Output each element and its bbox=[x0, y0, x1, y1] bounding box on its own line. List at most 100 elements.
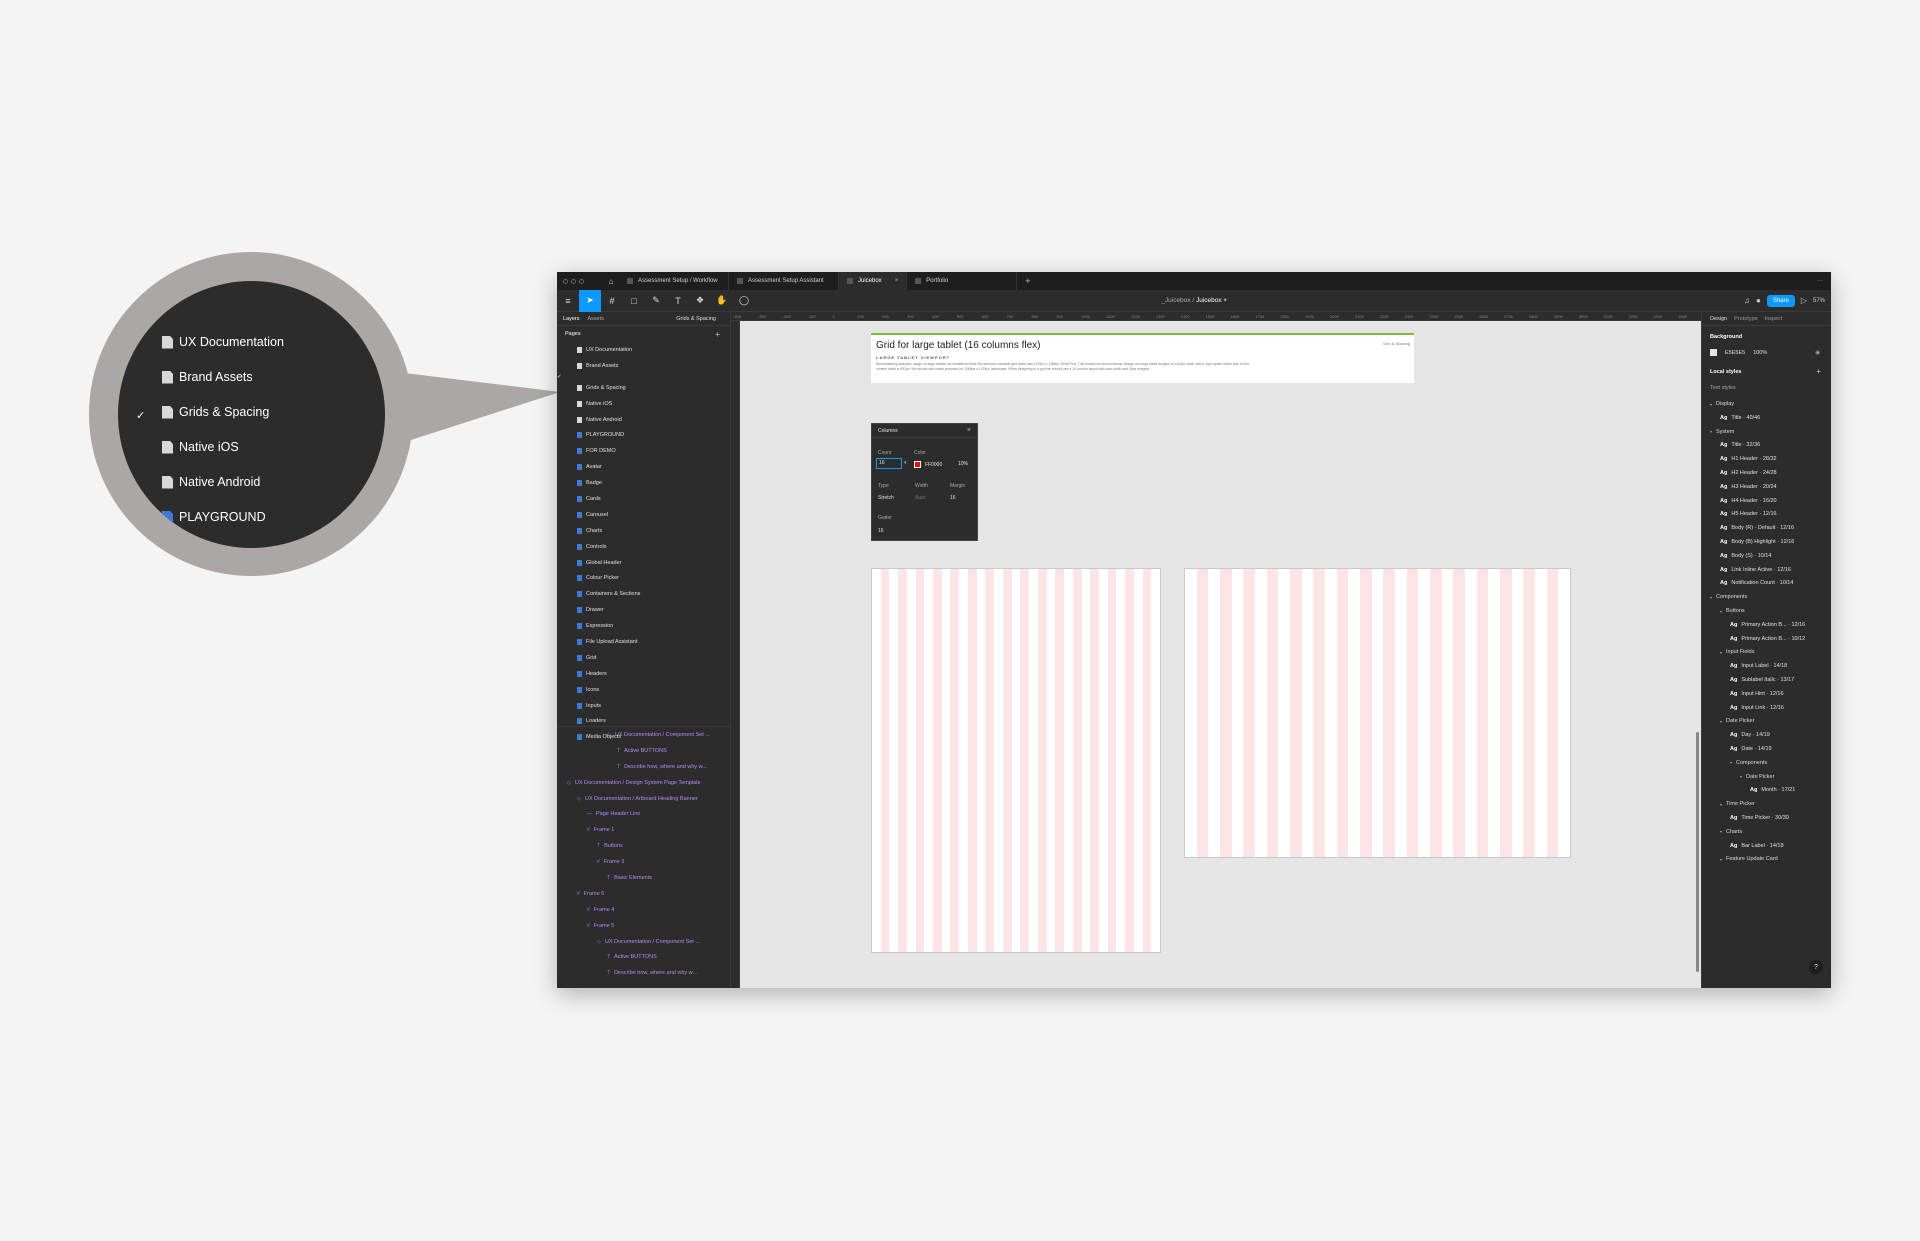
background-swatch[interactable] bbox=[1710, 349, 1717, 356]
page-item[interactable]: Grids & Spacing bbox=[557, 380, 730, 396]
chevron-down-icon[interactable]: ▾ bbox=[904, 460, 907, 466]
present-icon[interactable]: ▷ bbox=[1801, 296, 1807, 305]
chevron-down-icon[interactable]: ▾ bbox=[1730, 760, 1732, 765]
page-item[interactable]: Charts bbox=[557, 523, 730, 539]
doc-header-card[interactable]: Grid for large tablet (16 columns flex) … bbox=[871, 333, 1414, 383]
style-group[interactable]: ▾ Display bbox=[1710, 401, 1734, 407]
text-style-item[interactable]: Ag Input Link · 12/16 bbox=[1730, 705, 1784, 711]
text-style-item[interactable]: Ag Day · 14/19 bbox=[1730, 732, 1770, 738]
page-item[interactable]: Grid bbox=[557, 650, 730, 666]
eye-icon[interactable]: ◉ bbox=[1815, 350, 1820, 356]
page-item[interactable]: FOR DEMO bbox=[557, 443, 730, 459]
components-tool-icon[interactable]: ❖ bbox=[689, 290, 711, 312]
comment-tool-icon[interactable]: ◯ bbox=[733, 290, 755, 312]
color-field[interactable]: FF0000 bbox=[914, 461, 942, 468]
style-group[interactable]: ▾ Date Picker bbox=[1720, 718, 1754, 724]
text-style-item[interactable]: Ag Date · 14/19 bbox=[1730, 746, 1772, 752]
layer-row[interactable]: ◇ UX Documentation / Design System Page T… bbox=[557, 775, 730, 791]
text-style-item[interactable]: Ag H1 Header · 28/32 bbox=[1720, 456, 1777, 462]
text-style-item[interactable]: Ag Time Picker · 30/30 bbox=[1730, 815, 1789, 821]
canvas-scrollbar[interactable] bbox=[1696, 732, 1699, 972]
tab-layers[interactable]: Layers bbox=[563, 316, 580, 322]
headphones-icon[interactable]: ♫ bbox=[1744, 296, 1750, 305]
text-style-item[interactable]: Ag Bar Label · 14/18 bbox=[1730, 843, 1784, 849]
page-item[interactable]: Headers bbox=[557, 666, 730, 682]
page-item[interactable]: Avatar bbox=[557, 459, 730, 475]
tab-3[interactable]: Portfolio bbox=[907, 272, 1018, 290]
tablet-landscape-frame[interactable] bbox=[1184, 568, 1571, 858]
chevron-down-icon[interactable]: ▾ bbox=[1720, 857, 1722, 862]
layer-row[interactable]: # Frame 1 bbox=[557, 822, 730, 838]
more-options-icon[interactable]: ··· bbox=[1817, 278, 1823, 284]
page-item[interactable]: Inputs bbox=[557, 698, 730, 714]
main-menu-icon[interactable]: ≡ bbox=[557, 290, 579, 312]
tablet-portrait-frame[interactable] bbox=[871, 568, 1161, 953]
share-button[interactable]: Share bbox=[1766, 294, 1795, 307]
page-item[interactable]: PLAYGROUND bbox=[557, 427, 730, 443]
move-tool-icon[interactable]: ➤ bbox=[579, 289, 601, 312]
page-item[interactable]: Carousel bbox=[557, 507, 730, 523]
style-group[interactable]: ▾ System bbox=[1710, 429, 1734, 435]
style-group[interactable]: ▾ Charts bbox=[1720, 829, 1742, 835]
page-selector[interactable]: Grids & Spacing bbox=[676, 316, 716, 322]
tab-assets[interactable]: Assets bbox=[588, 316, 605, 322]
text-style-item[interactable]: Ag Body (S) · 10/14 bbox=[1720, 553, 1771, 559]
layer-row[interactable]: T Active BUTTONS bbox=[557, 949, 730, 965]
text-style-item[interactable]: Ag Month · 17/21 bbox=[1750, 787, 1795, 793]
help-button[interactable]: ? bbox=[1809, 960, 1823, 974]
text-style-item[interactable]: Ag H4 Header · 16/20 bbox=[1720, 498, 1777, 504]
tab-2[interactable]: Juicebox × bbox=[839, 272, 908, 290]
count-input[interactable]: 16 bbox=[876, 458, 902, 469]
chevron-down-icon[interactable]: ▾ bbox=[1720, 650, 1722, 655]
style-group[interactable]: ▾ Buttons bbox=[1720, 608, 1745, 614]
add-page-icon[interactable]: + bbox=[715, 330, 720, 339]
gutter-input[interactable]: 16 bbox=[878, 528, 884, 534]
page-item[interactable]: Global Header bbox=[557, 555, 730, 571]
page-item[interactable]: Icons bbox=[557, 682, 730, 698]
hand-tool-icon[interactable]: ✋ bbox=[711, 290, 733, 312]
layer-row[interactable]: # Frame 6 bbox=[557, 886, 730, 902]
width-input[interactable]: Auto bbox=[915, 495, 925, 501]
tab-0[interactable]: Assessment Setup / Workflow bbox=[619, 272, 729, 290]
text-style-item[interactable]: Ag H2 Header · 24/28 bbox=[1720, 470, 1777, 476]
tab-1[interactable]: Assessment Setup Assistant bbox=[729, 272, 839, 290]
page-item[interactable]: Expression bbox=[557, 618, 730, 634]
chevron-down-icon[interactable]: ▾ bbox=[1710, 429, 1712, 434]
text-style-item[interactable]: Ag Primary Action B... · 12/16 bbox=[1730, 622, 1805, 628]
chevron-down-icon[interactable]: ▾ bbox=[1223, 297, 1226, 304]
frame-tool-icon[interactable]: # bbox=[601, 290, 623, 312]
style-group[interactable]: ▾ Date Picker bbox=[1740, 774, 1774, 780]
text-tool-icon[interactable]: T bbox=[667, 290, 689, 312]
text-style-item[interactable]: Ag H5 Header · 12/16 bbox=[1720, 511, 1777, 517]
chevron-down-icon[interactable]: ▾ bbox=[1710, 402, 1712, 407]
layer-row[interactable]: # Frame 3 bbox=[557, 854, 730, 870]
tab-prototype[interactable]: Prototype bbox=[1734, 316, 1758, 322]
page-item[interactable]: Native Android bbox=[557, 412, 730, 428]
pen-tool-icon[interactable]: ✎ bbox=[645, 290, 667, 312]
page-item[interactable]: Native iOS bbox=[557, 396, 730, 412]
page-item[interactable]: Drawer bbox=[557, 602, 730, 618]
close-icon[interactable]: × bbox=[967, 427, 971, 434]
text-style-item[interactable]: Ag Sublabel Italic · 13/17 bbox=[1730, 677, 1794, 683]
layer-row[interactable]: ◇ UX Documentation / Artboard Heading Ban… bbox=[557, 791, 730, 807]
text-style-item[interactable]: Ag H3 Header · 20/24 bbox=[1720, 484, 1777, 490]
breadcrumb-file[interactable]: Juicebox bbox=[1196, 297, 1222, 304]
page-item[interactable]: Controls bbox=[557, 539, 730, 555]
text-style-item[interactable]: Ag Title · 40/46 bbox=[1720, 415, 1760, 421]
type-select[interactable]: Stretch bbox=[878, 495, 894, 501]
breadcrumb-parent[interactable]: _Juicebox bbox=[1161, 297, 1190, 304]
text-style-item[interactable]: Ag Primary Action B... · 10/12 bbox=[1730, 636, 1805, 642]
add-style-icon[interactable]: + bbox=[1816, 367, 1821, 376]
shape-tool-icon[interactable]: □ bbox=[623, 290, 645, 312]
chevron-down-icon[interactable]: ▾ bbox=[1710, 595, 1712, 600]
color-swatch[interactable] bbox=[914, 461, 921, 468]
color-opacity[interactable]: 10% bbox=[958, 461, 968, 467]
layer-row[interactable]: T Active BUTTONS bbox=[557, 743, 730, 759]
layer-row[interactable]: ◇ UX Documentation / Component Set ... bbox=[557, 727, 730, 743]
layer-row[interactable]: ◇ UX Documentation / Component Set ... bbox=[557, 934, 730, 950]
layer-row[interactable]: # Frame 4 bbox=[557, 902, 730, 918]
page-item[interactable]: UX Documentation bbox=[557, 342, 730, 358]
text-style-item[interactable]: Ag Title · 32/36 bbox=[1720, 442, 1760, 448]
text-style-item[interactable]: Ag Link Inline Active · 12/16 bbox=[1720, 567, 1791, 573]
color-hex[interactable]: FF0000 bbox=[925, 462, 942, 468]
